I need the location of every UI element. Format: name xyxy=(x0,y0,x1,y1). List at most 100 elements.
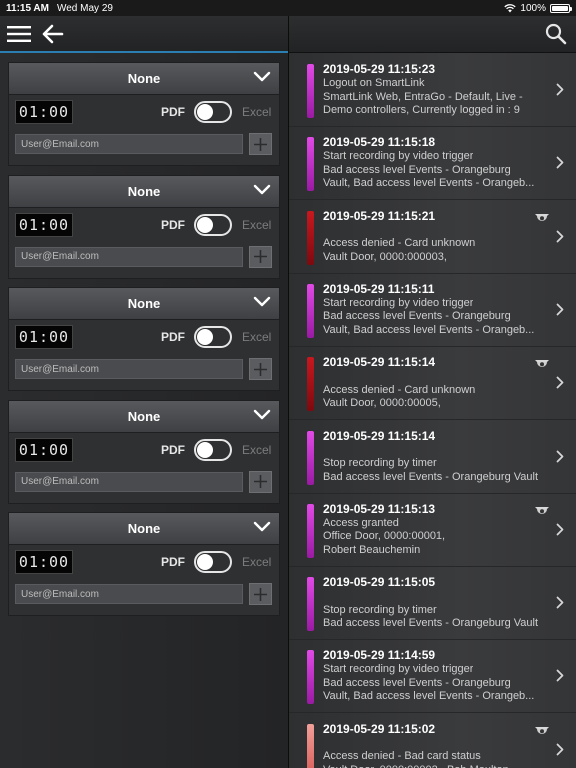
event-item[interactable]: 2019-05-29 11:15:11 Start recording by vi… xyxy=(289,274,576,347)
report-card: None 01:00 PDF Excel xyxy=(8,512,280,616)
event-detail-line: Logout on SmartLink xyxy=(323,77,425,89)
event-timestamp: 2019-05-29 11:15:14 xyxy=(323,428,436,443)
battery-percent: 100% xyxy=(520,2,546,14)
report-time-field[interactable]: 01:00 xyxy=(15,437,73,462)
event-detail-line: Robert Beauchemin xyxy=(323,543,421,556)
event-item[interactable]: 2019-05-29 11:15:14 Stop recording by tim… xyxy=(289,421,576,494)
event-timestamp: 2019-05-29 11:15:11 xyxy=(323,281,435,296)
chevron-down-icon xyxy=(253,184,271,194)
toggle-knob xyxy=(197,104,213,120)
pdf-excel-toggle[interactable] xyxy=(194,213,232,236)
pdf-excel-toggle[interactable] xyxy=(194,101,232,123)
report-type-dropdown[interactable]: None xyxy=(9,288,279,320)
report-time-field[interactable]: 01:00 xyxy=(15,550,73,574)
event-timestamp: 2019-05-29 11:15:18 xyxy=(323,135,436,150)
event-detail-line: Vault, Bad access level Events - Orangeb… xyxy=(323,690,535,703)
excel-label: Excel xyxy=(242,555,272,569)
report-card: None 01:00 PDF Excel xyxy=(8,174,280,279)
event-detail-line: Start recording by video trigger xyxy=(323,150,474,163)
event-detail-line: Office Door, 0000:00001, xyxy=(323,530,446,543)
camera-icon[interactable] xyxy=(534,505,550,517)
event-detail-line: Vault Door, 0000:000003, xyxy=(323,250,447,263)
event-detail-line: Access denied - Bad card status xyxy=(323,750,481,763)
add-email-button[interactable] xyxy=(249,133,272,155)
event-detail-line: SmartLink Web, EntraGo - Default, Live - xyxy=(323,90,523,103)
event-item[interactable]: 2019-05-29 11:15:05 Stop recording by tim… xyxy=(289,567,576,641)
chevron-right-icon xyxy=(556,230,564,242)
email-field[interactable] xyxy=(15,246,243,267)
chevron-right-icon xyxy=(556,450,564,462)
plus-icon xyxy=(254,137,267,151)
event-timestamp: 2019-05-29 11:15:05 xyxy=(323,575,436,590)
event-item[interactable]: 2019-05-29 11:15:13 Access granted Office … xyxy=(289,494,576,567)
report-type-dropdown[interactable]: None xyxy=(9,513,279,545)
event-detail-line: Start recording by video trigger xyxy=(323,296,474,309)
pdf-excel-toggle[interactable] xyxy=(194,438,232,461)
camera-icon[interactable] xyxy=(534,358,550,370)
add-email-button[interactable] xyxy=(249,358,272,380)
event-detail-line: Bad access level Events - Orangeburg Vau… xyxy=(323,470,539,483)
event-type-bar xyxy=(307,650,314,705)
battery-icon xyxy=(550,3,572,13)
chevron-right-icon xyxy=(556,523,564,536)
pdf-label: PDF xyxy=(161,555,185,569)
report-type-dropdown[interactable]: None xyxy=(9,400,279,433)
report-time-field[interactable]: 01:00 xyxy=(15,325,73,349)
email-field[interactable] xyxy=(15,471,243,492)
toggle-knob xyxy=(197,441,213,458)
event-detail-line: Vault Door, 0000:00005, xyxy=(323,397,441,410)
add-email-button[interactable] xyxy=(249,470,272,493)
pdf-excel-toggle[interactable] xyxy=(194,326,232,348)
event-type-bar xyxy=(307,283,314,338)
chevron-down-icon xyxy=(253,521,271,532)
event-timestamp: 2019-05-29 11:14:59 xyxy=(323,648,436,663)
camera-icon[interactable] xyxy=(534,725,550,737)
hamburger-menu-icon[interactable] xyxy=(7,25,31,43)
report-type-dropdown[interactable]: None xyxy=(9,63,279,95)
event-detail-line: Start recording by video trigger xyxy=(323,663,474,676)
report-card: None 01:00 PDF Excel xyxy=(8,399,280,504)
event-type-bar xyxy=(307,577,314,632)
pdf-excel-toggle[interactable] xyxy=(194,551,232,573)
email-field[interactable] xyxy=(15,359,243,379)
search-icon[interactable] xyxy=(545,23,567,45)
add-email-button[interactable] xyxy=(249,245,272,268)
event-item[interactable]: 2019-05-29 11:15:14 Access denied - Card … xyxy=(289,347,576,421)
camera-icon[interactable] xyxy=(534,212,550,224)
excel-label: Excel xyxy=(242,105,272,119)
chevron-down-icon xyxy=(253,409,271,419)
event-detail-line: Bad access level Events - Orangeburg xyxy=(323,163,511,176)
report-settings-panel: None 01:00 PDF Excel None 0 xyxy=(0,53,288,768)
event-type-bar xyxy=(307,64,314,118)
report-type-label: None xyxy=(127,296,161,311)
event-item[interactable]: 2019-05-29 11:15:23 Logout on SmartLink Sm… xyxy=(289,54,576,127)
event-item[interactable]: 2019-05-29 11:15:18 Start recording by vi… xyxy=(289,127,576,201)
event-type-bar xyxy=(307,357,314,412)
email-field[interactable] xyxy=(15,134,243,154)
event-item[interactable]: 2019-05-29 11:15:02 Access denied - Bad c… xyxy=(289,714,576,768)
report-type-dropdown[interactable]: None xyxy=(9,175,279,208)
event-list-panel: 2019-05-29 11:15:23 Logout on SmartLink Sm… xyxy=(289,53,576,768)
event-item[interactable]: 2019-05-29 11:14:59 Start recording by vi… xyxy=(289,640,576,714)
report-time-field[interactable]: 01:00 xyxy=(15,100,73,124)
event-type-bar xyxy=(307,503,314,558)
report-type-label: None xyxy=(127,71,161,86)
event-detail-line: Access denied - Card unknown xyxy=(323,237,476,250)
email-field[interactable] xyxy=(15,584,243,604)
event-detail-line: Bad access level Events - Orangeburg xyxy=(323,676,511,689)
add-email-button[interactable] xyxy=(249,583,272,605)
pdf-label: PDF xyxy=(161,217,185,232)
event-timestamp: 2019-05-29 11:15:23 xyxy=(323,62,436,76)
chevron-down-icon xyxy=(253,71,271,82)
report-card: None 01:00 PDF Excel xyxy=(8,62,280,166)
status-date: Wed May 29 xyxy=(56,2,113,14)
event-item[interactable]: 2019-05-29 11:15:21 Access denied - Card … xyxy=(289,201,576,274)
status-bar: 11:15 AM Wed May 29 100% xyxy=(0,0,576,16)
chevron-right-icon xyxy=(556,669,564,682)
event-type-bar xyxy=(307,137,314,192)
report-time-field[interactable]: 01:00 xyxy=(15,212,73,237)
report-type-label: None xyxy=(127,408,161,424)
plus-icon xyxy=(254,362,267,376)
back-arrow-icon[interactable] xyxy=(41,24,64,44)
chevron-right-icon xyxy=(556,596,564,609)
